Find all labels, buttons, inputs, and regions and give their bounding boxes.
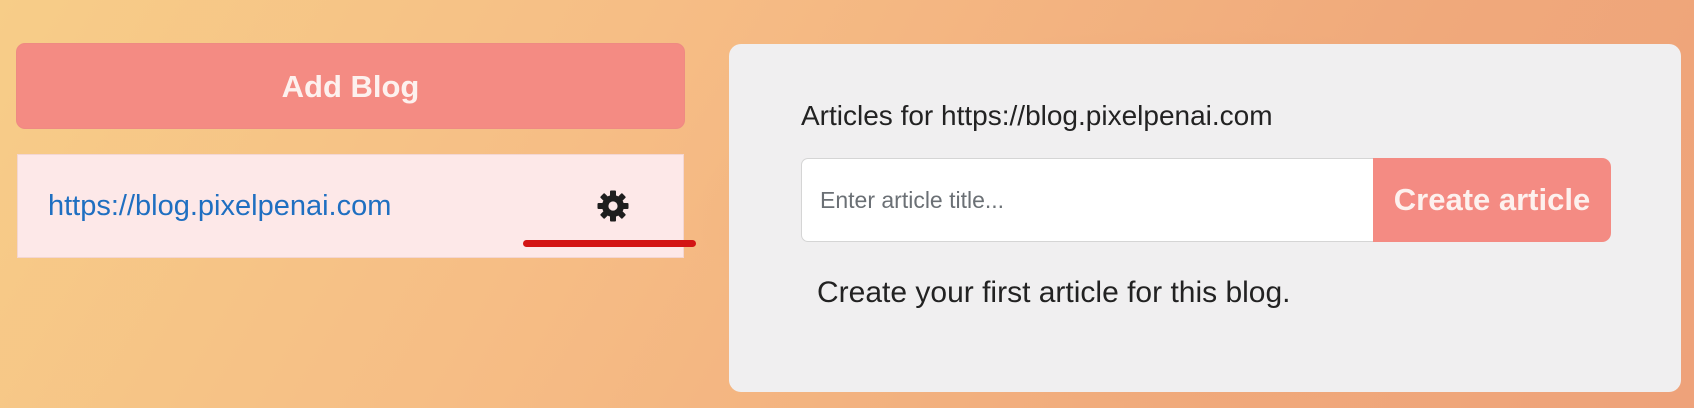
- add-blog-button[interactable]: Add Blog: [16, 43, 685, 129]
- create-article-form: Create article: [801, 158, 1611, 242]
- highlight-underline: [523, 240, 696, 247]
- blog-link[interactable]: https://blog.pixelpenai.com: [48, 190, 391, 223]
- articles-panel: Articles for https://blog.pixelpenai.com…: [729, 44, 1681, 392]
- create-article-button[interactable]: Create article: [1373, 158, 1611, 242]
- empty-state-message: Create your first article for this blog.: [817, 276, 1291, 309]
- blog-sidebar: Add Blog https://blog.pixelpenai.com: [16, 43, 696, 258]
- article-title-input[interactable]: [801, 158, 1373, 242]
- blog-list-item: https://blog.pixelpenai.com: [17, 154, 696, 258]
- articles-heading: Articles for https://blog.pixelpenai.com: [801, 100, 1273, 131]
- gear-icon[interactable]: [595, 188, 631, 224]
